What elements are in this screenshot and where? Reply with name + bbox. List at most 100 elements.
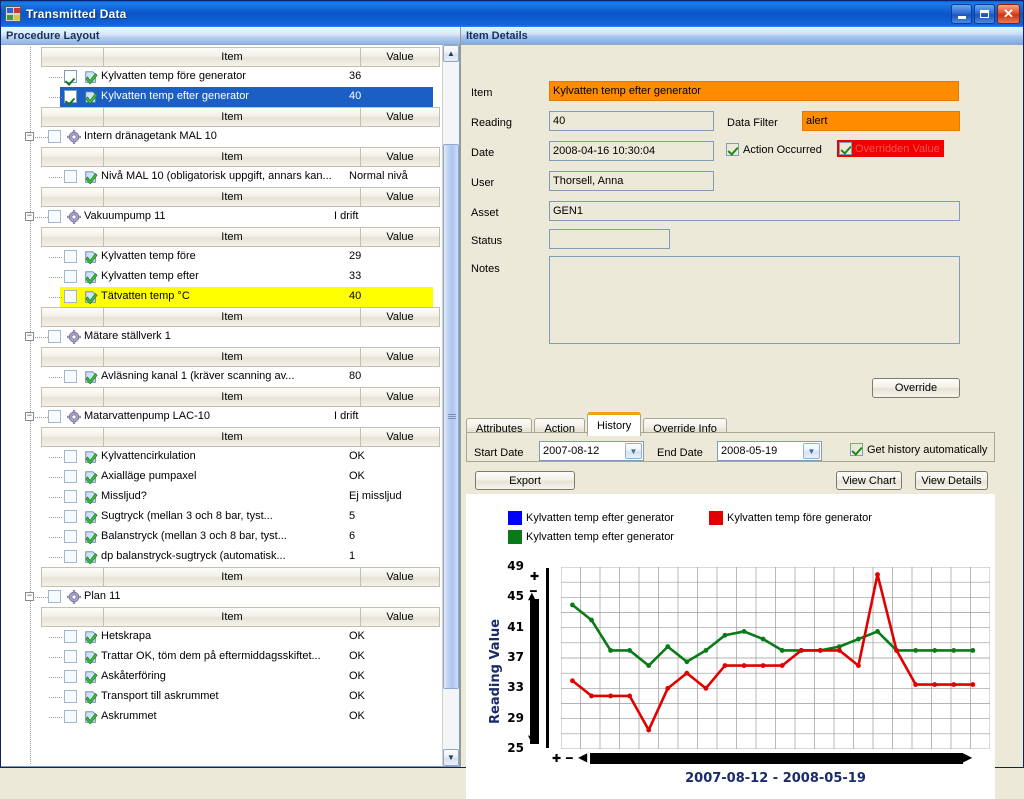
scroll-up-arrow[interactable]: ▲ (443, 45, 459, 62)
end-date-dropdown[interactable]: 2008-05-19 ▼ (717, 441, 822, 461)
column-header-item[interactable]: Item (103, 427, 360, 447)
tree-item-row[interactable]: dp balanstryck-sugtryck (automatisk...1 (1, 547, 440, 567)
restore-button[interactable] (974, 4, 995, 24)
export-button[interactable]: Export (475, 471, 575, 490)
overridden-value-checkbox-box[interactable] (839, 142, 852, 155)
column-header-value[interactable]: Value (360, 607, 440, 627)
chart-hzoom-out-icon[interactable]: ━ (566, 752, 573, 765)
tree-group-row[interactable]: −Mätare ställverk 1 (1, 327, 440, 347)
tree-item-row[interactable]: Sugtryck (mellan 3 och 8 bar, tyst...5 (1, 507, 440, 527)
tree-expander[interactable]: − (25, 212, 34, 221)
tree-node-checkbox[interactable] (64, 70, 77, 83)
chevron-down-icon[interactable]: ▼ (625, 443, 642, 459)
column-header-value[interactable]: Value (360, 307, 440, 327)
tree-expander[interactable]: − (25, 592, 34, 601)
minimize-button[interactable] (951, 4, 972, 24)
tree-node-checkbox[interactable] (64, 170, 77, 183)
status-value-field[interactable] (549, 229, 670, 249)
chart-scroll-down-icon[interactable]: ▼ (528, 734, 536, 745)
scroll-down-arrow[interactable]: ▼ (443, 749, 459, 766)
column-header-value[interactable]: Value (360, 567, 440, 587)
column-header-item[interactable]: Item (103, 147, 360, 167)
tree-group-row[interactable]: −Plan 11 (1, 587, 440, 607)
tree-node-checkbox[interactable] (48, 130, 61, 143)
column-header-item[interactable]: Item (103, 227, 360, 247)
tree-item-row[interactable]: Nivå MAL 10 (obligatorisk uppgift, annar… (1, 167, 440, 187)
tree-item-row[interactable]: Kylvatten temp före generator 36 (1, 67, 440, 87)
chart-scroll-up-icon[interactable]: ▲ (528, 591, 536, 602)
tab-history[interactable]: History (587, 412, 641, 436)
chart-vertical-scroll-thumb[interactable] (530, 599, 539, 744)
override-button[interactable]: Override (872, 378, 960, 398)
item-value-field[interactable]: Kylvatten temp efter generator (549, 81, 959, 101)
column-header-value[interactable]: Value (360, 187, 440, 207)
tree-group-row[interactable]: −Vakuumpump 11I drift (1, 207, 440, 227)
column-header-item[interactable]: Item (103, 387, 360, 407)
notes-textarea[interactable] (549, 256, 960, 344)
overridden-value-checkbox[interactable]: Overridden Value (837, 140, 944, 157)
tree-node-checkbox[interactable] (64, 630, 77, 643)
tree-node-checkbox[interactable] (64, 370, 77, 383)
scrollbar-thumb[interactable] (443, 144, 459, 689)
tree-item-row[interactable]: Balanstryck (mellan 3 och 8 bar, tyst...… (1, 527, 440, 547)
tree-item-row[interactable]: Hetskrapa OK (1, 627, 440, 647)
tree-node-checkbox[interactable] (64, 530, 77, 543)
column-header-item[interactable]: Item (103, 47, 360, 67)
column-header-value[interactable]: Value (360, 227, 440, 247)
scrollbar-track[interactable] (443, 62, 459, 749)
tree-item-row[interactable]: Avläsning kanal 1 (kräver scanning av...… (1, 367, 440, 387)
tree-item-row[interactable]: Missljud? Ej missljud (1, 487, 440, 507)
tree-node-checkbox[interactable] (64, 270, 77, 283)
column-header-item[interactable]: Item (103, 307, 360, 327)
data-filter-value-field[interactable]: alert (802, 111, 960, 131)
view-chart-button[interactable]: View Chart (836, 471, 902, 490)
chart-plot-area[interactable] (561, 567, 990, 749)
tree-node-checkbox[interactable] (64, 450, 77, 463)
tree-node-checkbox[interactable] (48, 210, 61, 223)
tree-item-row[interactable]: Trattar OK, töm dem på eftermiddagsskift… (1, 647, 440, 667)
chart-hzoom-in-icon[interactable]: ✚ (552, 752, 561, 765)
get-history-automatically-checkbox[interactable]: Get history automatically (850, 443, 987, 456)
view-details-button[interactable]: View Details (915, 471, 988, 490)
tree-node-checkbox[interactable] (64, 670, 77, 683)
action-occurred-checkbox[interactable]: Action Occurred (726, 143, 822, 156)
tree-item-row[interactable]: Kylvatten temp efter generator 40 (60, 87, 433, 107)
tree-node-checkbox[interactable] (64, 650, 77, 663)
date-value-field[interactable]: 2008-04-16 10:30:04 (549, 141, 714, 161)
history-chart[interactable]: Kylvatten temp efter generator Kylvatten… (466, 494, 995, 799)
chart-scroll-left-icon[interactable]: ◀ (578, 750, 587, 764)
tree-expander[interactable]: − (25, 132, 34, 141)
get-history-automatically-box[interactable] (850, 443, 863, 456)
tree-expander[interactable]: − (25, 412, 34, 421)
column-header-item[interactable]: Item (103, 567, 360, 587)
chart-scroll-right-icon[interactable]: ▶ (963, 750, 972, 764)
tree-node-checkbox[interactable] (64, 250, 77, 263)
close-button[interactable]: ✕ (997, 4, 1020, 24)
tree-item-row[interactable]: Transport till askrummet OK (1, 687, 440, 707)
tree-item-row[interactable]: Askrummet OK (1, 707, 440, 727)
column-header-value[interactable]: Value (360, 387, 440, 407)
tree-item-row[interactable]: Tätvatten temp °C 40 (60, 287, 433, 307)
tree-node-checkbox[interactable] (64, 710, 77, 723)
start-date-dropdown[interactable]: 2007-08-12 ▼ (539, 441, 644, 461)
tree-item-row[interactable]: Axialläge pumpaxel OK (1, 467, 440, 487)
column-header-item[interactable]: Item (103, 107, 360, 127)
tree-node-checkbox[interactable] (64, 290, 77, 303)
tree-vertical-scrollbar[interactable]: ▲ ▼ (442, 45, 459, 766)
tree-node-checkbox[interactable] (64, 490, 77, 503)
tree-node-checkbox[interactable] (64, 550, 77, 563)
tree-item-row[interactable]: Kylvattencirkulation OK (1, 447, 440, 467)
tree-item-row[interactable]: Askåterföring OK (1, 667, 440, 687)
column-header-value[interactable]: Value (360, 427, 440, 447)
tree-group-row[interactable]: −Matarvattenpump LAC-10I drift (1, 407, 440, 427)
chart-horizontal-scroll-thumb[interactable] (590, 753, 963, 764)
asset-value-field[interactable]: GEN1 (549, 201, 960, 221)
tree-node-checkbox[interactable] (48, 590, 61, 603)
tree-group-row[interactable]: −Intern dränagetank MAL 10 (1, 127, 440, 147)
tree-node-checkbox[interactable] (64, 690, 77, 703)
tree-expander[interactable]: − (25, 332, 34, 341)
procedure-tree[interactable]: ItemValueKylvatten temp före generator 3… (1, 47, 442, 764)
tree-item-row[interactable]: Kylvatten temp efter 33 (1, 267, 440, 287)
tree-node-checkbox[interactable] (48, 410, 61, 423)
column-header-item[interactable]: Item (103, 347, 360, 367)
